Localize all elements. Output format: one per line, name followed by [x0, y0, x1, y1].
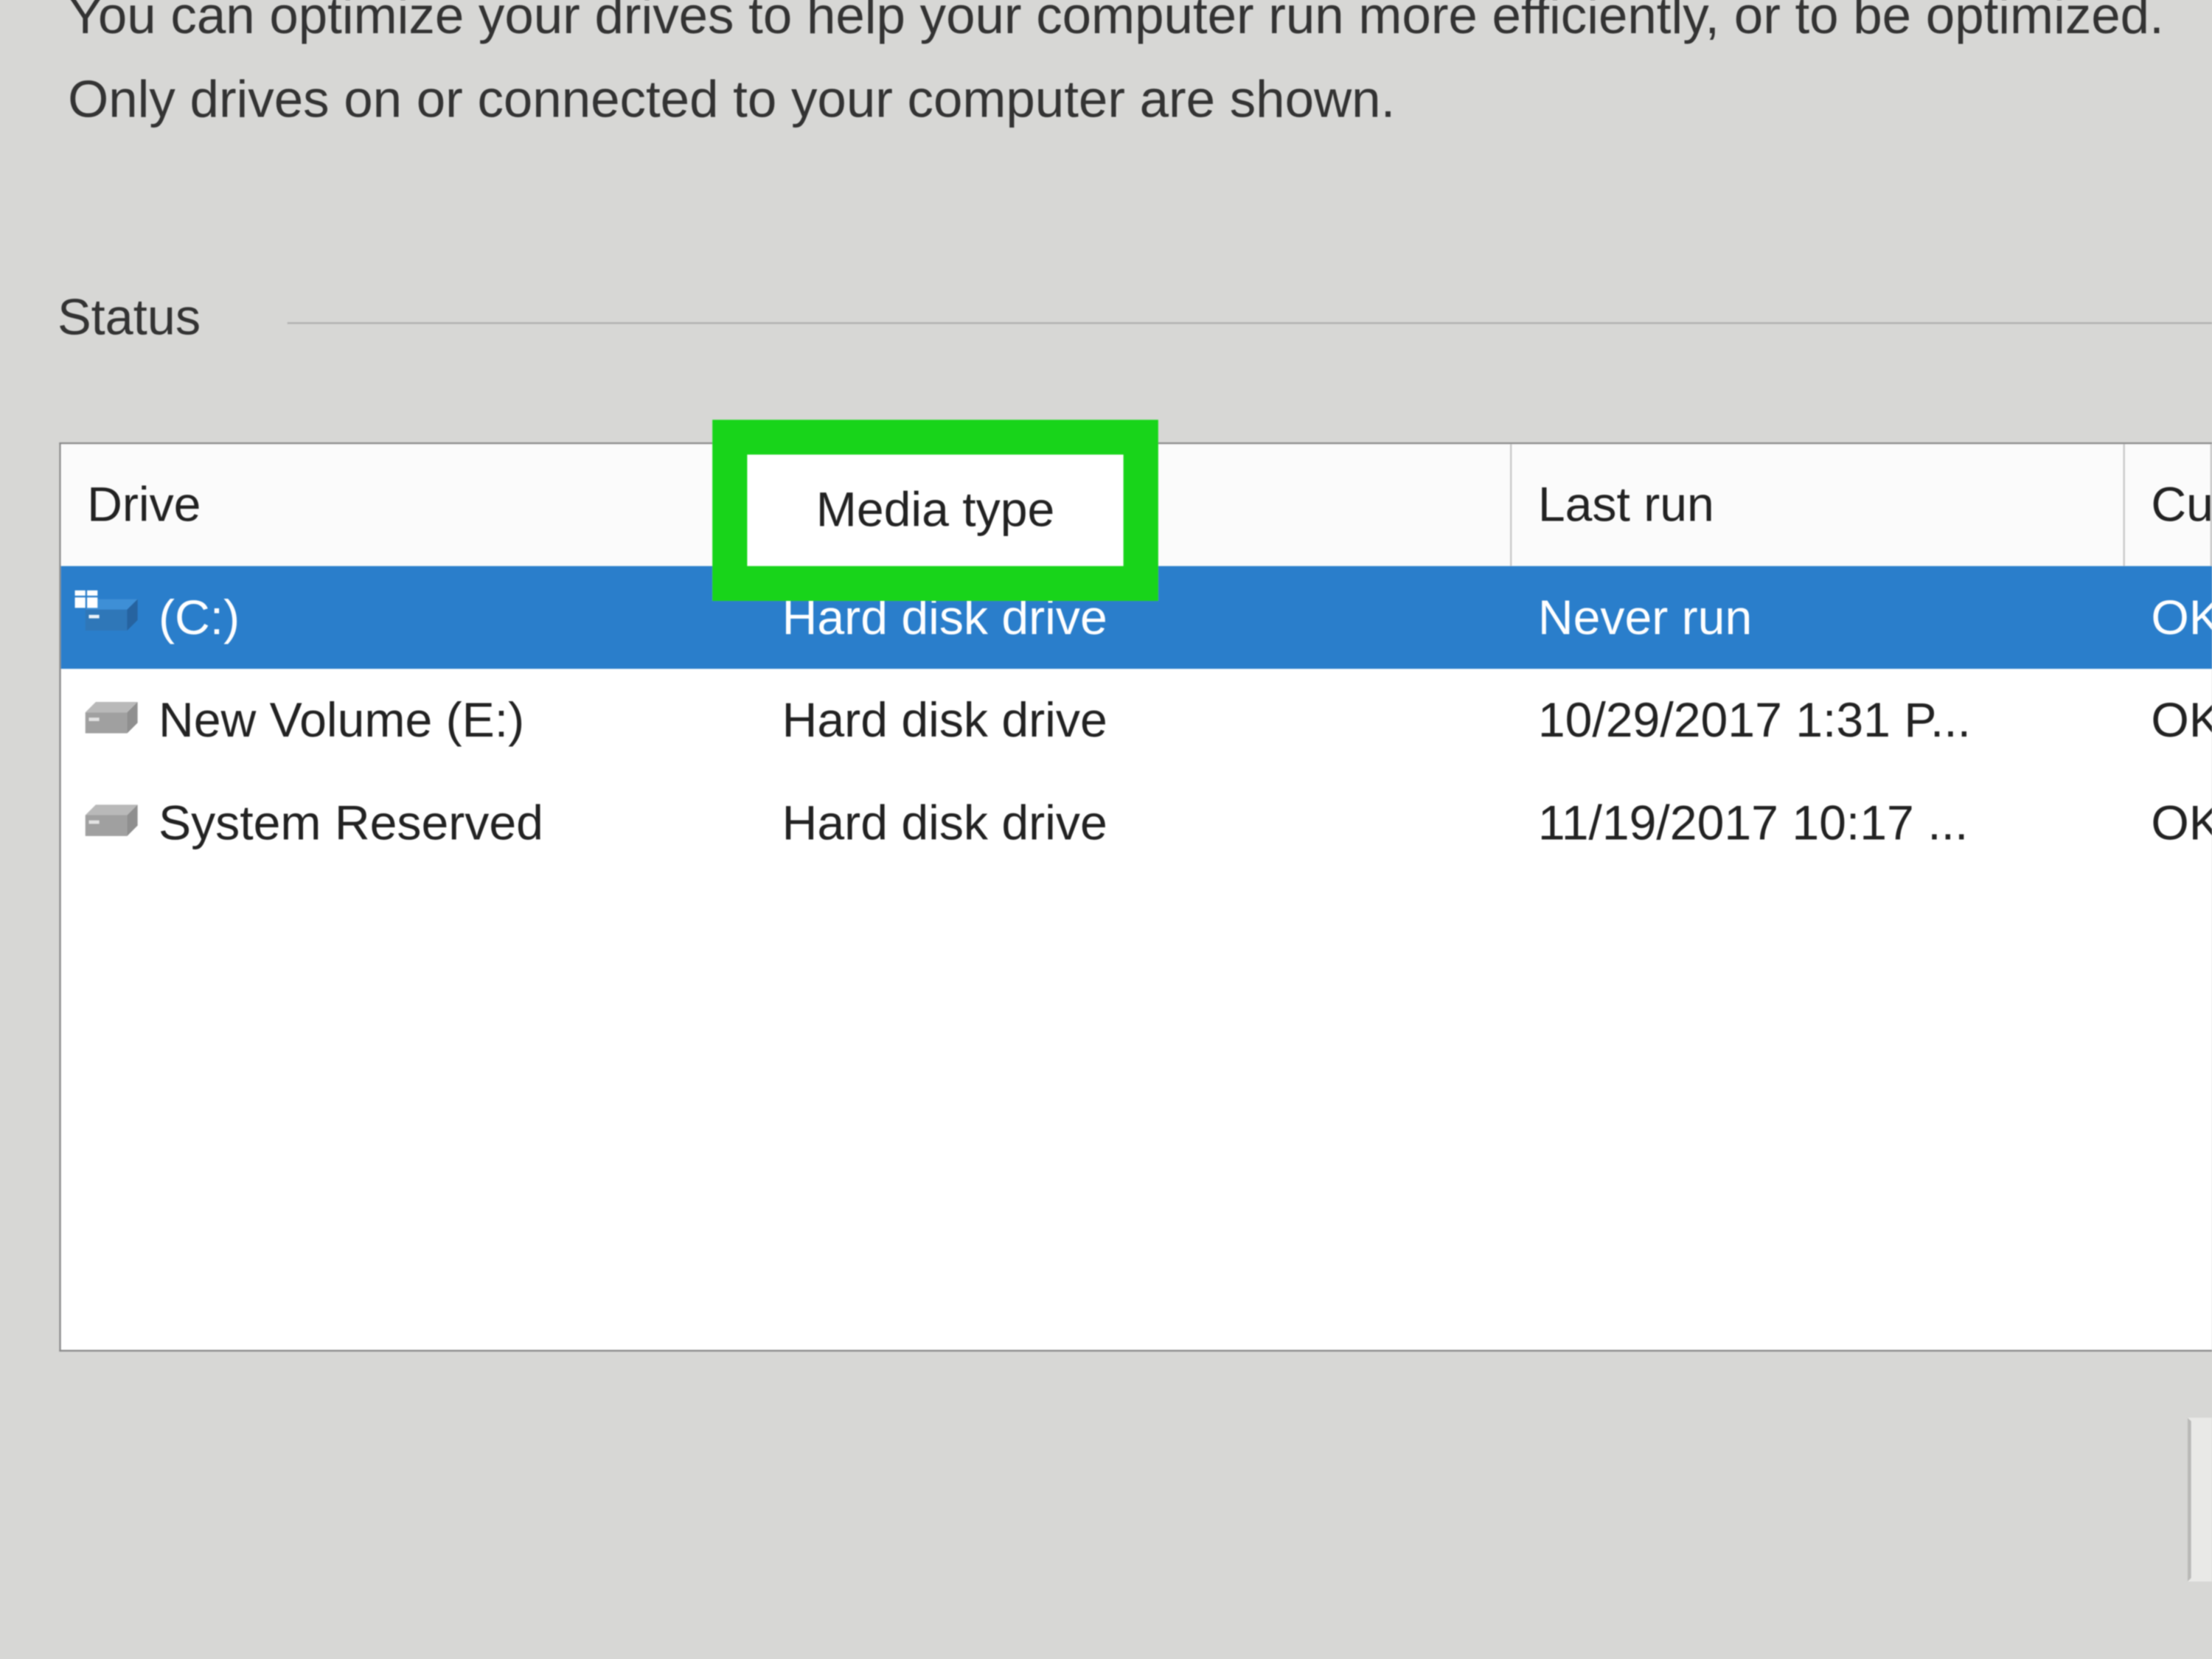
drive-list[interactable]: Drive Media type Last run Cu (C:) Hard di…	[59, 442, 2212, 1352]
cell-drive: (C:)	[61, 590, 757, 646]
cell-media-type: Hard disk drive	[756, 590, 1512, 646]
description-text: You can optimize your drives to help you…	[68, 0, 2184, 143]
status-section-header: Status	[58, 291, 2212, 348]
cell-media-type: Hard disk drive	[756, 692, 1512, 748]
drive-name: New Volume (E:)	[159, 692, 524, 748]
drive-name: System Reserved	[159, 795, 543, 851]
windows-badge-icon	[75, 590, 100, 609]
drive-list-header-row: Drive Media type Last run Cu	[61, 444, 2212, 566]
status-divider	[288, 322, 2212, 324]
cell-drive: System Reserved	[61, 795, 757, 851]
cell-current-status: OK	[2125, 795, 2212, 851]
table-row[interactable]: (C:) Hard disk driveNever runOK	[61, 566, 2212, 669]
table-row[interactable]: New Volume (E:) Hard disk drive10/29/2017…	[61, 669, 2212, 771]
column-header-media-type[interactable]: Media type	[756, 444, 1512, 566]
cell-last-run: Never run	[1512, 590, 2124, 646]
column-header-drive[interactable]: Drive	[61, 444, 757, 566]
table-row[interactable]: System Reserved Hard disk drive11/19/2017…	[61, 771, 2212, 874]
hard-disk-icon	[78, 694, 141, 746]
status-label: Status	[58, 291, 201, 348]
cell-media-type: Hard disk drive	[756, 795, 1512, 851]
cell-current-status: OK	[2125, 692, 2212, 748]
cell-current-status: OK	[2125, 590, 2212, 646]
cell-last-run: 11/19/2017 10:17 ...	[1512, 795, 2124, 851]
column-header-status[interactable]: Cu	[2125, 444, 2212, 566]
cell-drive: New Volume (E:)	[61, 692, 757, 748]
hard-disk-icon	[78, 591, 141, 644]
drive-name: (C:)	[159, 590, 240, 646]
hard-disk-icon	[78, 797, 141, 849]
cell-last-run: 10/29/2017 1:31 P...	[1512, 692, 2124, 748]
cropped-button-edge	[2188, 1417, 2212, 1581]
column-header-last-run[interactable]: Last run	[1512, 444, 2124, 566]
